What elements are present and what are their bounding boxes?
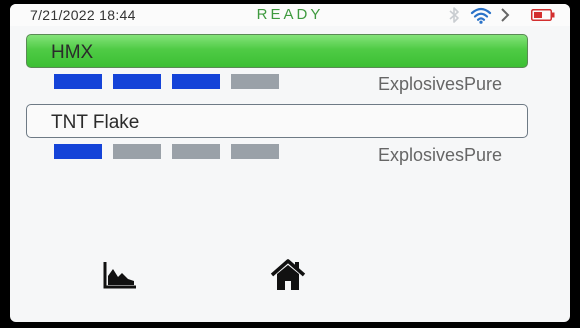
confidence-bar (113, 74, 161, 89)
confidence-bar (231, 144, 279, 159)
home-icon[interactable] (269, 258, 307, 292)
detection-item-label: HMX (51, 42, 94, 63)
confidence-bar (54, 74, 102, 89)
confidence-bar (231, 74, 279, 89)
chart-icon[interactable] (102, 260, 138, 290)
confidence-bar (113, 144, 161, 159)
category-label: ExplosivesPure (377, 145, 502, 165)
wifi-icon[interactable] (470, 7, 492, 24)
detection-item-hmx[interactable]: HMX (26, 34, 528, 68)
chevron-right-icon[interactable] (499, 7, 511, 23)
confidence-bars (54, 74, 284, 90)
battery-icon (531, 9, 555, 21)
detection-item-tnt-flake[interactable]: TNT Flake (26, 104, 528, 138)
bluetooth-icon (449, 7, 459, 23)
confidence-bar (172, 144, 220, 159)
confidence-bar (54, 144, 102, 159)
confidence-bars (54, 144, 284, 160)
device-screen: 7/21/2022 18:44 READY HMX ExplosivesPure (10, 4, 570, 322)
detection-item-label: TNT Flake (51, 112, 140, 133)
confidence-bar (172, 74, 220, 89)
status-bar: 7/21/2022 18:44 READY (10, 4, 570, 26)
category-label: ExplosivesPure (377, 74, 502, 94)
